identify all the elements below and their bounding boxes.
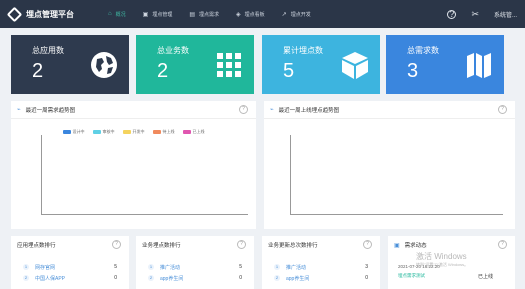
item-value: 3 xyxy=(365,264,368,270)
item-value: 5 xyxy=(114,264,117,270)
top-right: ? ✂ 系统管... xyxy=(447,0,517,28)
tools-icon[interactable]: ✂ xyxy=(471,9,479,20)
help-icon[interactable]: ? xyxy=(447,9,457,19)
activation-watermark: 激活 Windows xyxy=(416,252,467,261)
legend-swatch xyxy=(122,130,131,134)
card-total-tracking: 累计埋点数 5 xyxy=(262,35,380,94)
list-item[interactable]: 2 app养生间 0 xyxy=(274,275,368,282)
help-icon[interactable]: ? xyxy=(239,105,248,114)
item-value: 0 xyxy=(239,275,242,281)
panel-online-trend: ⌁ 最近一周上线埋点趋势图 ? xyxy=(264,101,515,229)
nav-item-tracking-manage[interactable]: ▣ 埋点管理 xyxy=(143,11,173,18)
card-value: 2 xyxy=(157,60,169,82)
nav-item-overview[interactable]: ⌂ 概况 xyxy=(108,11,126,18)
legend-swatch xyxy=(182,130,191,134)
help-icon[interactable]: ? xyxy=(112,240,121,249)
rank-badge: 1 xyxy=(23,264,29,270)
rank-badge: 2 xyxy=(274,275,280,281)
logo-icon xyxy=(6,6,23,22)
list-item[interactable]: 2 中国人保APP 0 xyxy=(23,275,117,282)
app-title: 埋点管理平台 xyxy=(26,9,74,19)
rank-badge: 1 xyxy=(148,264,154,270)
nav-label: 埋点看板 xyxy=(244,11,265,18)
card-value: 3 xyxy=(407,60,419,82)
panel-change-rank: 业务更新总次数排行 ? 1 推广活动 3 2 app养生间 0 xyxy=(262,236,380,289)
panel-app-rank: 应用埋点数排行 ? 1 网存官网 5 2 中国人保APP 0 xyxy=(11,236,129,289)
activation-watermark-hint: 转到"设置"以激活 Windows。 xyxy=(416,262,469,267)
nav-item-tracking-demand[interactable]: ▤ 埋点需求 xyxy=(189,11,219,18)
card-total-demand: 总需求数 3 xyxy=(386,35,504,94)
globe-icon xyxy=(91,52,117,78)
list-item[interactable]: 1 推广活动 5 xyxy=(148,264,242,271)
item-name: 推广活动 xyxy=(160,265,181,271)
card-title: 总业务数 xyxy=(157,46,189,55)
list-icon: ▤ xyxy=(189,11,195,18)
trend-icon: ⌁ xyxy=(17,107,21,113)
nav-label: 埋点需求 xyxy=(199,11,220,18)
panel-title: 最近一周上线埋点趋势图 xyxy=(278,107,340,114)
cube-icon xyxy=(342,52,368,79)
nav-label: 埋点开发 xyxy=(290,11,311,18)
help-icon[interactable]: ? xyxy=(498,240,507,249)
panel-title: 业务埋点数排行 xyxy=(142,243,181,249)
legend-swatch xyxy=(62,130,71,134)
list-item[interactable]: 1 推广活动 3 xyxy=(274,264,368,271)
chart-axes xyxy=(41,135,248,215)
table-icon: ▣ xyxy=(142,11,149,18)
feed-link[interactable]: 埋点需求测试 xyxy=(398,273,425,279)
help-icon[interactable]: ? xyxy=(237,240,246,249)
item-value: 5 xyxy=(239,264,242,270)
panel-header: ⌁ 最近一周上线埋点趋势图 xyxy=(264,101,515,119)
legend-swatch xyxy=(92,130,101,134)
nav-item-tracking-board[interactable]: ◈ 埋点看板 xyxy=(236,11,265,18)
card-value: 2 xyxy=(32,60,44,82)
feed-icon: ▣ xyxy=(394,242,400,249)
chart-axes xyxy=(290,135,503,215)
panel-demand-trend: ⌁ 最近一周需求趋势图 ? 设计中 审核中 开发中 待上线 已上线 xyxy=(11,101,256,229)
panel-header: ⌁ 最近一周需求趋势图 xyxy=(11,101,256,119)
card-value: 5 xyxy=(283,60,295,82)
card-total-apps: 总应用数 2 xyxy=(11,35,129,94)
panel-biz-rank: 业务埋点数排行 ? 1 推广活动 5 2 app养生间 0 xyxy=(136,236,254,289)
help-icon[interactable]: ? xyxy=(498,105,507,114)
legend-swatch xyxy=(152,130,161,134)
map-icon xyxy=(467,53,491,78)
item-name: 推广活动 xyxy=(286,265,307,271)
list-item[interactable]: 2 app养生间 0 xyxy=(148,275,242,282)
dashboard-icon: ◈ xyxy=(236,11,241,18)
panel-title: 应用埋点数排行 xyxy=(17,243,56,249)
nav-item-tracking-dev[interactable]: ↗ 埋点开发 xyxy=(282,11,311,18)
card-title: 累计埋点数 xyxy=(283,46,323,55)
trend-icon: ⌁ xyxy=(270,107,274,113)
rank-badge: 2 xyxy=(23,275,29,281)
rank-badge: 2 xyxy=(148,275,154,281)
card-total-biz: 总业务数 2 xyxy=(136,35,254,94)
brand[interactable]: 埋点管理平台 xyxy=(6,6,74,22)
status-badge: 已上线 xyxy=(477,274,493,280)
card-title: 总需求数 xyxy=(407,46,439,55)
nav-label: 埋点管理 xyxy=(152,11,173,18)
card-title: 总应用数 xyxy=(32,46,64,55)
panel-title: 业务更新总次数排行 xyxy=(268,243,318,249)
item-name: 中国人保APP xyxy=(35,276,66,282)
user-menu[interactable]: 系统管... xyxy=(494,10,517,19)
rank-badge: 1 xyxy=(274,264,280,270)
panel-title: 最近一周需求趋势图 xyxy=(25,107,76,114)
nav-label: 概况 xyxy=(115,11,126,18)
item-name: 网存官网 xyxy=(35,265,56,271)
item-value: 0 xyxy=(114,275,117,281)
list-item[interactable]: 1 网存官网 5 xyxy=(23,264,117,271)
home-icon: ⌂ xyxy=(108,11,112,17)
item-name: app养生间 xyxy=(286,276,310,282)
item-value: 0 xyxy=(365,275,368,281)
top-bar: 埋点管理平台 ⌂ 概况 ▣ 埋点管理 ▤ 埋点需求 ◈ 埋点看板 ↗ 埋点开发 … xyxy=(0,0,525,28)
code-icon: ↗ xyxy=(281,11,287,18)
grid-icon xyxy=(217,53,241,77)
item-name: app养生间 xyxy=(160,276,184,282)
panel-title: 需求动态 xyxy=(404,243,427,249)
help-icon[interactable]: ? xyxy=(363,240,372,249)
main-nav: ⌂ 概况 ▣ 埋点管理 ▤ 埋点需求 ◈ 埋点看板 ↗ 埋点开发 xyxy=(108,0,328,28)
